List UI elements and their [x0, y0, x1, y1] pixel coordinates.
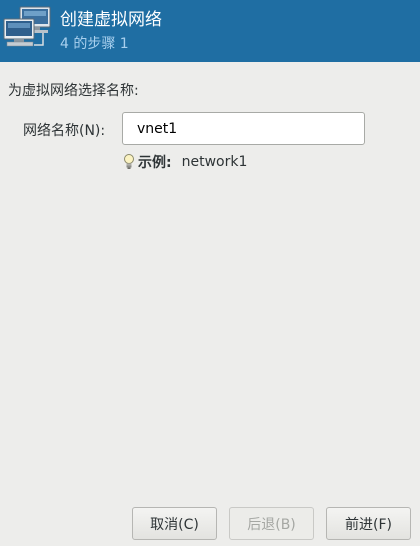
wizard-step-indicator: 4 的步骤 1 — [60, 36, 129, 52]
back-button[interactable]: 后退(B) — [229, 507, 314, 540]
forward-button[interactable]: 前进(F) — [326, 507, 411, 540]
network-name-input[interactable] — [122, 112, 365, 145]
example-hint: 示例: network1 — [122, 152, 247, 172]
wizard-title: 创建虚拟网络 — [60, 10, 162, 30]
cancel-button[interactable]: 取消(C) — [132, 507, 217, 540]
hint-label: 示例: — [138, 155, 172, 171]
hint-example-value: network1 — [181, 154, 248, 170]
network-computers-icon — [3, 6, 51, 47]
network-name-label: 网络名称(N): — [23, 123, 106, 139]
wizard-header: 创建虚拟网络 4 的步骤 1 — [0, 0, 420, 62]
lightbulb-icon — [124, 154, 134, 169]
section-heading: 为虚拟网络选择名称: — [8, 83, 139, 99]
